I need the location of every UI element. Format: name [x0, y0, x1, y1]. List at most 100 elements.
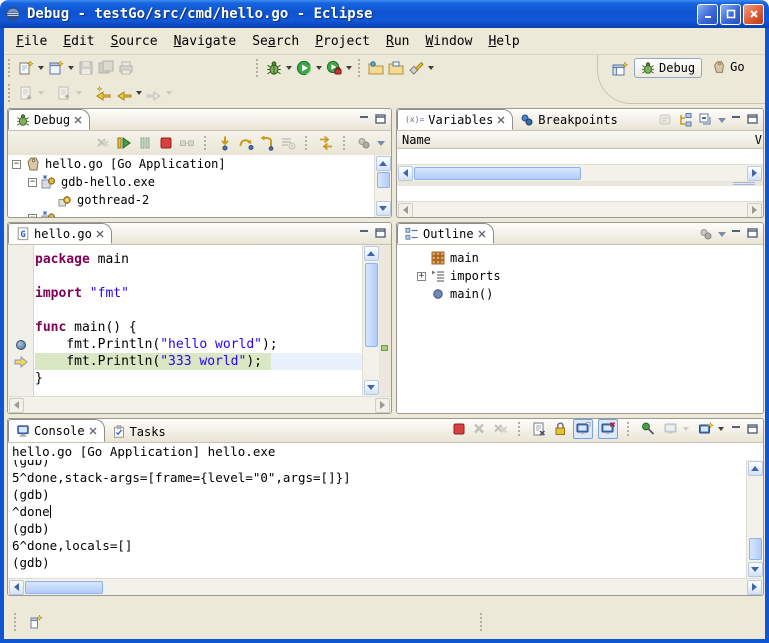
print-button[interactable] [116, 57, 136, 79]
scroll-down-icon[interactable] [376, 201, 391, 216]
remove-launch-icon[interactable] [472, 421, 488, 437]
maximize-view-icon[interactable] [374, 227, 388, 241]
back-button[interactable] [114, 82, 144, 104]
debug-tree-row-1[interactable]: −gdb-hello.exe [8, 173, 374, 191]
menu-search[interactable]: Search [244, 32, 307, 51]
editor-overview-ruler[interactable] [379, 245, 391, 396]
expander-minus-icon[interactable]: − [28, 178, 37, 187]
save-all-button[interactable] [96, 57, 116, 79]
scroll-down-icon[interactable] [364, 380, 379, 395]
scroll-thumb[interactable] [377, 172, 390, 188]
scroll-left-icon[interactable] [398, 203, 413, 218]
minimize-view-icon[interactable] [730, 227, 744, 241]
view-menu-icon[interactable] [377, 141, 385, 146]
scroll-up-icon[interactable] [364, 246, 379, 261]
resume-icon[interactable] [116, 135, 132, 151]
save-button[interactable] [76, 57, 96, 79]
debug-tree-row-0[interactable]: −hello.go [Go Application] [8, 155, 374, 173]
tab-console[interactable]: Console [8, 419, 105, 442]
step-over-icon[interactable] [238, 135, 254, 151]
scroll-up-icon[interactable] [376, 156, 391, 171]
toolbar-handle[interactable] [8, 59, 12, 77]
debug-tree-row-partial[interactable]: − [8, 209, 374, 217]
instruction-pointer-icon[interactable] [14, 356, 28, 368]
debug-vertical-scrollbar[interactable] [374, 155, 391, 217]
scroll-down-icon[interactable] [748, 562, 763, 577]
scroll-lock-icon[interactable] [552, 421, 568, 437]
scroll-thumb[interactable] [25, 581, 103, 594]
sash-grip-icon[interactable] [733, 182, 755, 185]
perspective-debug-button[interactable]: Debug [634, 58, 702, 78]
show-type-names-icon[interactable] [658, 112, 674, 128]
console-vertical-scrollbar[interactable] [746, 460, 763, 578]
close-icon[interactable] [89, 427, 97, 435]
view-menu-icon[interactable] [718, 118, 726, 123]
menu-file[interactable]: File [8, 32, 55, 51]
tab-outline[interactable]: Outline [397, 223, 494, 244]
maximize-view-icon[interactable] [374, 113, 388, 127]
current-line-marker[interactable] [381, 345, 388, 351]
previous-annotation-button[interactable] [54, 82, 84, 104]
maximize-button[interactable] [720, 4, 741, 25]
open-console-button[interactable] [696, 418, 726, 440]
collapse-all-icon[interactable] [698, 112, 714, 128]
forward-button[interactable] [144, 82, 174, 104]
run-launch-button[interactable] [294, 57, 324, 79]
close-icon[interactable] [478, 230, 486, 238]
menu-run[interactable]: Run [378, 32, 417, 51]
toolbar-handle[interactable] [8, 84, 12, 102]
editor-horizontal-scrollbar[interactable] [8, 396, 391, 413]
close-icon[interactable] [497, 116, 505, 124]
tab-breakpoints[interactable]: Breakpoints [513, 109, 624, 130]
debug-tree-row-2[interactable]: gothread-2 [8, 191, 374, 209]
fast-view-icon[interactable] [28, 614, 44, 630]
search-button[interactable] [406, 57, 436, 79]
scroll-thumb[interactable] [414, 167, 581, 180]
variables-horizontal-scrollbar[interactable] [397, 164, 763, 181]
pin-console-icon[interactable] [640, 421, 656, 437]
terminate-icon[interactable] [451, 421, 467, 437]
minimize-button[interactable] [697, 4, 718, 25]
perspective-go-button[interactable]: Go [706, 58, 750, 76]
new-wizard-button[interactable] [46, 57, 76, 79]
open-perspective-button[interactable] [610, 58, 630, 80]
external-tools-button[interactable] [324, 57, 354, 79]
scroll-left-icon[interactable] [9, 580, 24, 595]
tab-hello-go[interactable]: G hello.go [8, 223, 112, 244]
expander-plus-icon[interactable]: + [417, 272, 426, 281]
show-logical-structure-icon[interactable] [678, 112, 694, 128]
code-line-4[interactable] [35, 302, 362, 319]
maximize-view-icon[interactable] [746, 113, 760, 127]
toolbar-handle[interactable] [358, 59, 362, 77]
minimize-view-icon[interactable] [730, 113, 744, 127]
outline-tree-row-2[interactable]: main() [397, 285, 763, 303]
tab-debug[interactable]: Debug [8, 109, 90, 130]
tab-tasks[interactable]: Tasks [105, 421, 173, 442]
scroll-left-icon[interactable] [9, 398, 24, 413]
disconnect-icon[interactable] [179, 135, 195, 151]
scroll-thumb[interactable] [749, 538, 762, 560]
display-selected-console-button[interactable] [661, 418, 691, 440]
debug-launch-button[interactable] [264, 57, 294, 79]
variables-tree-empty[interactable] [397, 149, 763, 164]
outline-tree-row-1[interactable]: +imports [397, 267, 763, 285]
variables-detail-pane[interactable] [397, 186, 763, 201]
remove-all-terminated-icon[interactable] [95, 135, 111, 151]
code-line-5[interactable]: func main() { [35, 319, 362, 336]
clear-console-icon[interactable] [531, 421, 547, 437]
code-line-7[interactable]: fmt.Println("333 world"); [35, 353, 362, 370]
show-stdout-toggle[interactable] [573, 419, 593, 439]
maximize-view-icon[interactable] [746, 227, 760, 241]
code-line-2[interactable] [35, 268, 362, 285]
breakpoint-icon[interactable] [16, 340, 26, 350]
drop-to-frame-icon[interactable] [280, 135, 296, 151]
step-into-icon[interactable] [217, 135, 233, 151]
close-icon[interactable] [96, 230, 104, 238]
use-step-filters-icon[interactable] [318, 135, 334, 151]
expander-minus-icon[interactable]: − [12, 160, 21, 169]
code-line-6[interactable]: fmt.Println("hello world"); [35, 336, 362, 353]
scroll-right-icon[interactable] [747, 203, 762, 218]
open-element-button[interactable] [366, 57, 386, 79]
menu-navigate[interactable]: Navigate [166, 32, 245, 51]
outline-tree-row-0[interactable]: main [397, 249, 763, 267]
